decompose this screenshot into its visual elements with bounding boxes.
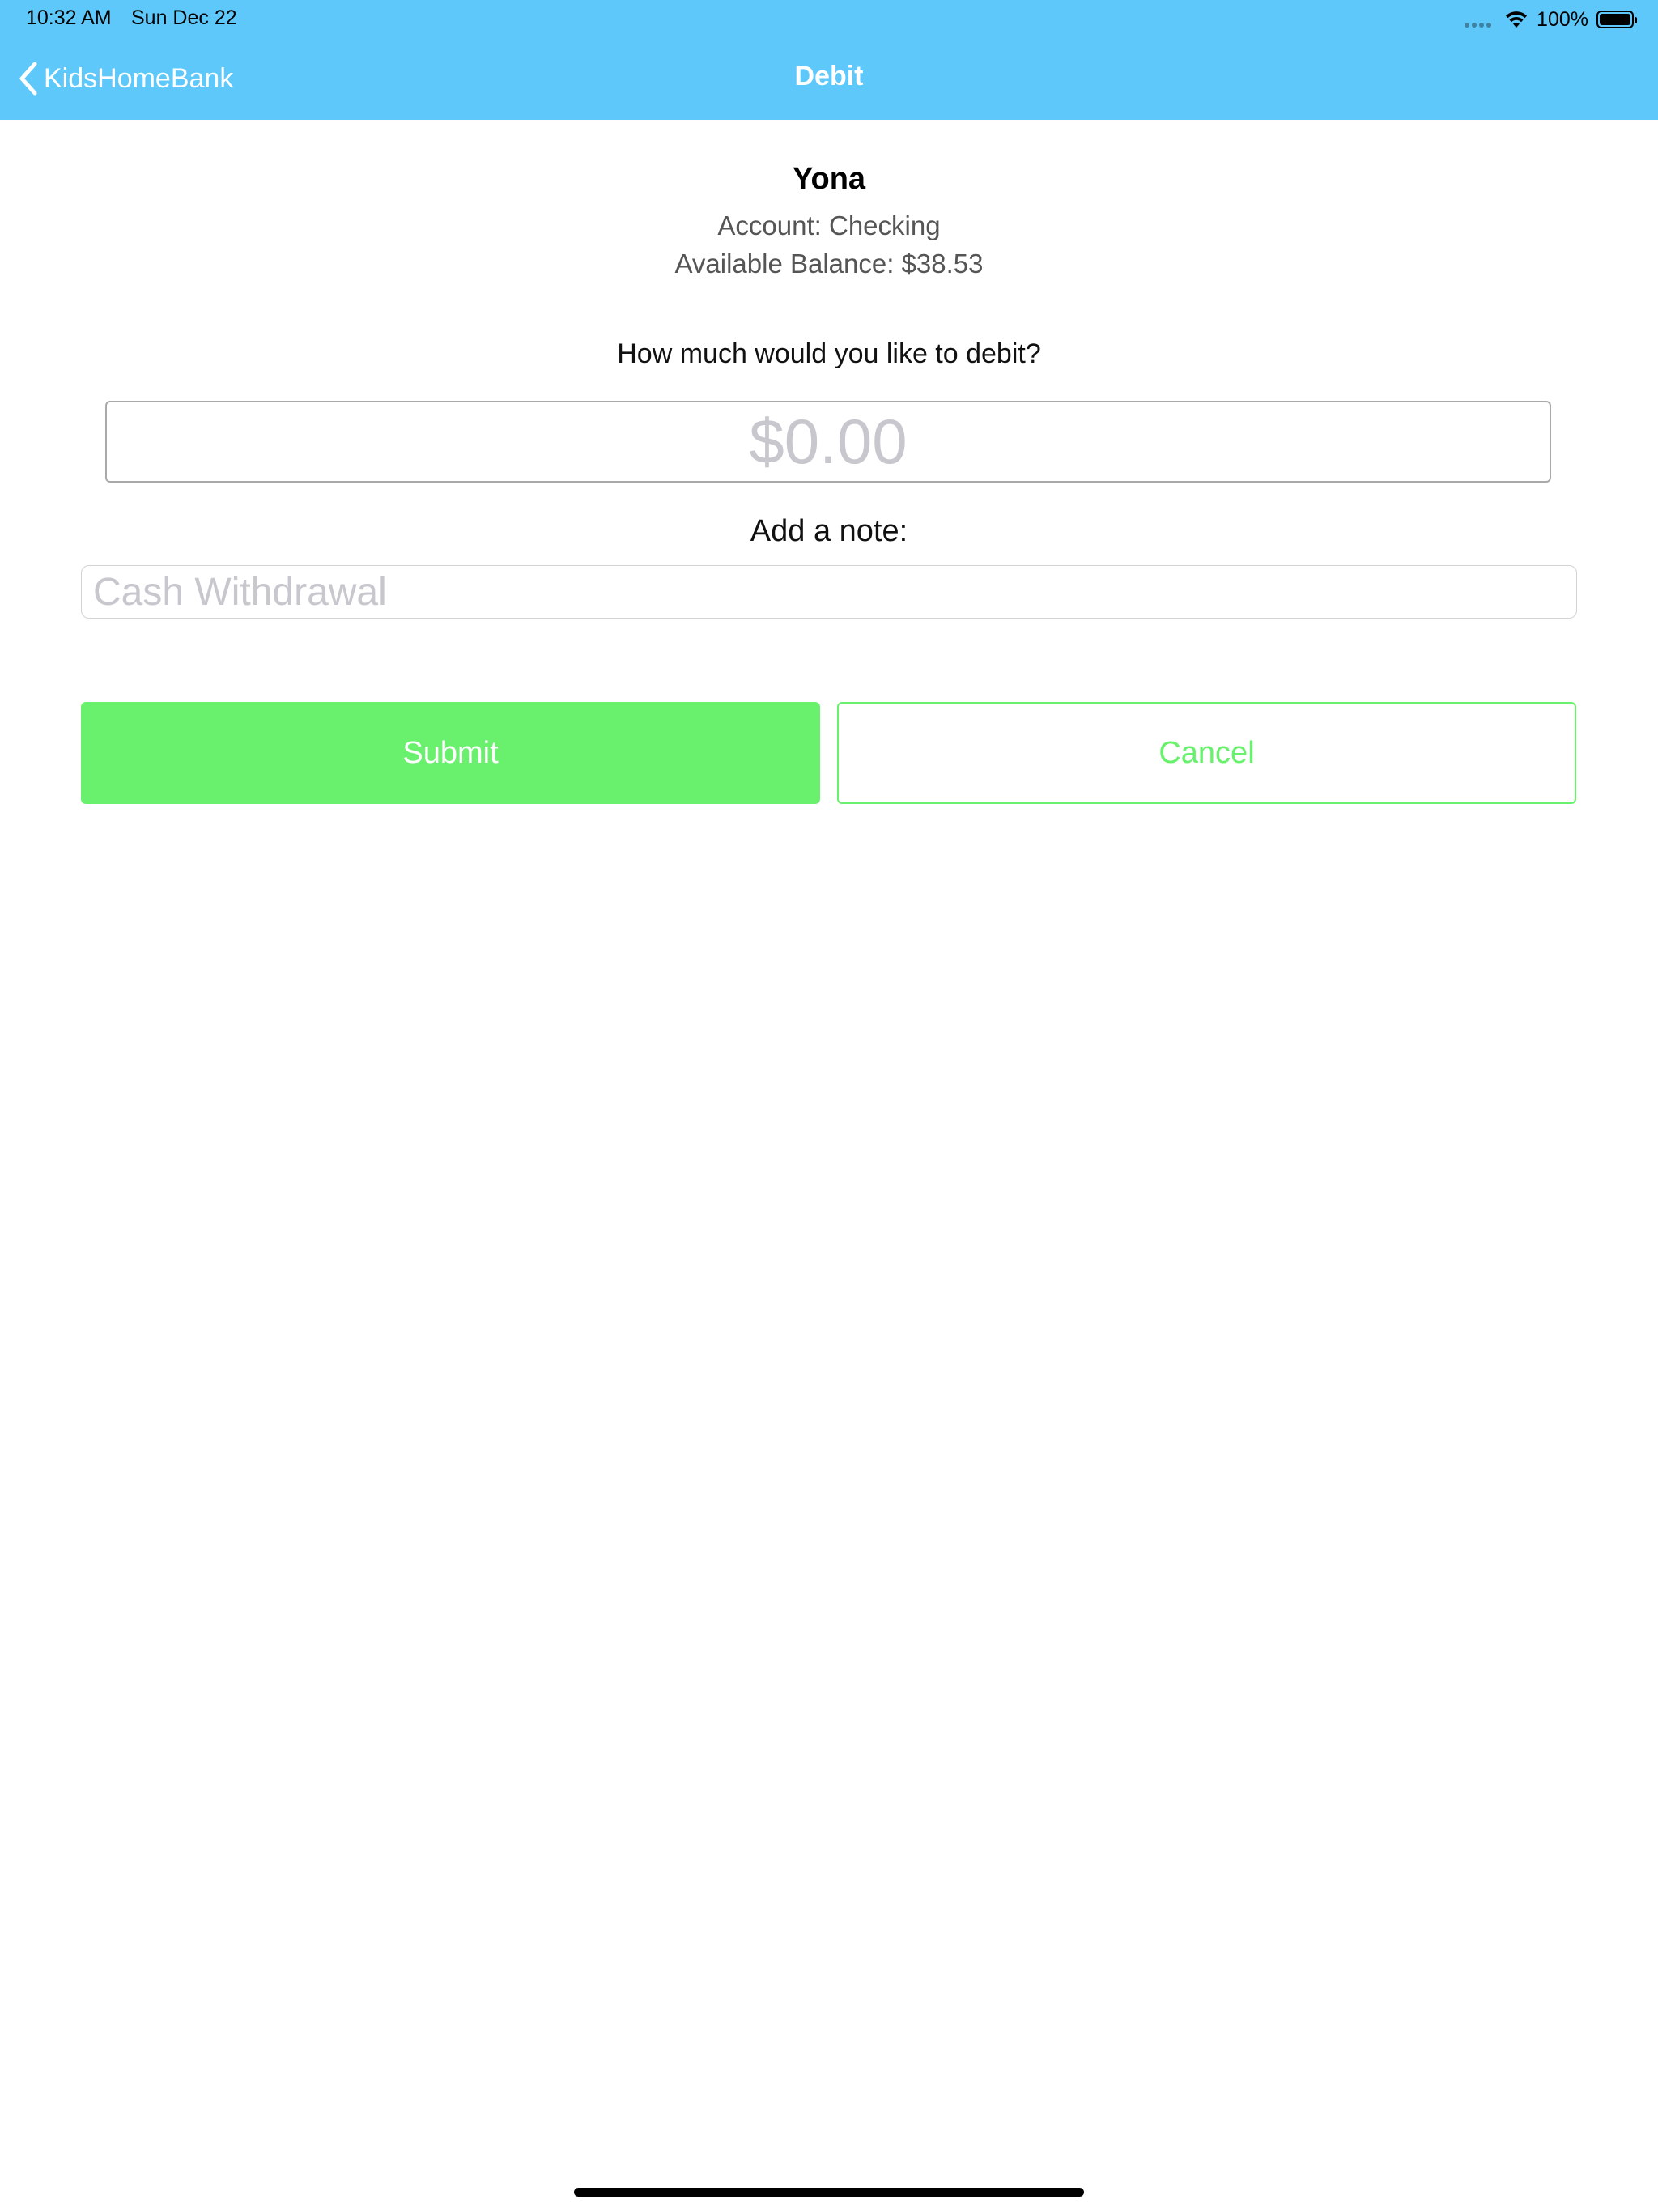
home-indicator[interactable]: [574, 2188, 1084, 2197]
child-name: Yona: [792, 162, 866, 196]
battery-icon: [1596, 11, 1637, 28]
status-date: Sun Dec 22: [131, 6, 237, 29]
submit-button[interactable]: Submit: [81, 702, 820, 804]
status-time: 10:32 AM: [26, 6, 112, 29]
note-input[interactable]: [81, 565, 1577, 619]
debit-screen: 10:32 AM Sun Dec 22 100% KidsHomeBank De…: [0, 0, 1658, 2212]
signal-dots-icon: [1465, 11, 1492, 28]
wifi-icon: [1506, 11, 1528, 28]
status-indicators: 100%: [1465, 6, 1637, 32]
debit-amount-prompt: How much would you like to debit?: [617, 338, 1041, 369]
navigation-bar: 10:32 AM Sun Dec 22 100% KidsHomeBank De…: [0, 0, 1658, 120]
page-title: Debit: [794, 61, 864, 91]
cancel-button[interactable]: Cancel: [837, 702, 1576, 804]
account-type: Account: Checking: [717, 211, 941, 240]
amount-input[interactable]: [105, 401, 1551, 483]
note-label: Add a note:: [750, 514, 908, 548]
available-balance: Available Balance: $38.53: [674, 249, 984, 279]
battery-percentage: 100%: [1537, 7, 1588, 31]
